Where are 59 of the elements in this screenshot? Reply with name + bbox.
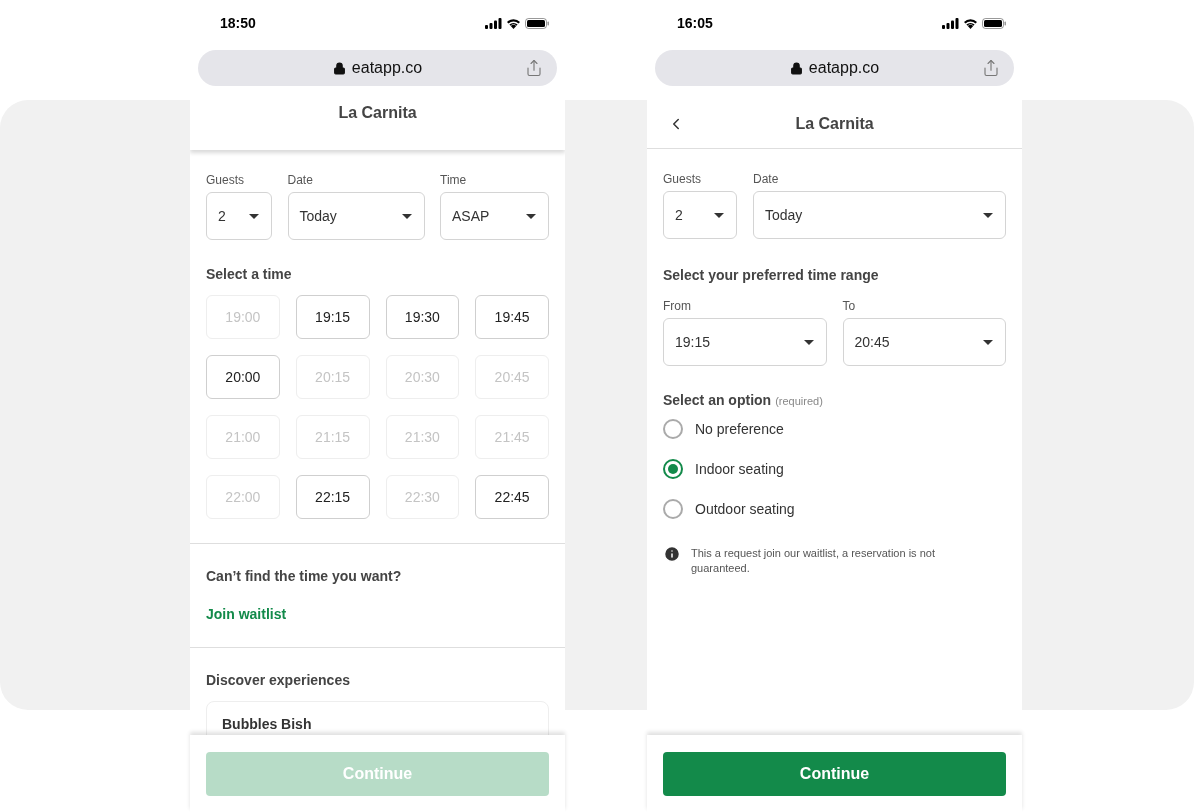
section-title: Select your preferred time range: [663, 267, 879, 283]
field-label: Date: [287, 173, 314, 187]
option-label: No preference: [695, 419, 784, 439]
dropdown[interactable]: 20:45: [842, 318, 1006, 366]
field-label: Time: [440, 173, 468, 187]
caret-icon: [401, 213, 412, 219]
option-label: Outdoor seating: [695, 499, 795, 519]
time-slot[interactable]: 20:00: [206, 355, 280, 399]
notice-text: This a request join our waitlist, a reservation is not guaranteed.: [691, 546, 936, 576]
field-label: Guests: [206, 173, 245, 187]
required-hint: (required): [775, 394, 823, 409]
continue-button[interactable]: Continue: [663, 752, 1006, 796]
radio-button[interactable]: [663, 459, 683, 479]
lock-icon: [332, 61, 346, 75]
dropdown[interactable]: Today: [287, 192, 425, 240]
dropdown[interactable]: 19:15: [663, 318, 827, 366]
option-label: Indoor seating: [695, 459, 784, 479]
field-label: From: [663, 299, 692, 313]
caret-icon: [983, 339, 993, 345]
signal-icon: [942, 17, 959, 29]
address-bar[interactable]: eatapp.co: [198, 50, 557, 86]
share-icon[interactable]: [982, 59, 1000, 77]
battery-icon: [525, 17, 549, 29]
info-icon: [663, 545, 681, 563]
wifi-icon: [963, 17, 978, 29]
caret-icon: [983, 212, 993, 218]
time-slot[interactable]: 19:45: [475, 295, 549, 339]
dropdown[interactable]: 2: [663, 191, 737, 239]
time-slot[interactable]: 22:15: [295, 475, 370, 519]
signal-icon: [485, 17, 502, 29]
radio-button[interactable]: [663, 499, 683, 519]
restaurant-title: La Carnita: [338, 103, 417, 123]
caret-icon: [526, 213, 536, 219]
dropdown[interactable]: 2: [206, 192, 272, 240]
field-label: To: [842, 299, 857, 313]
lock-icon: [789, 61, 803, 75]
time-slot[interactable]: 19:15: [295, 295, 370, 339]
address-bar[interactable]: eatapp.co: [655, 50, 1014, 86]
caret-icon: [249, 213, 259, 219]
caret-icon: [803, 339, 814, 345]
time-slot[interactable]: 19:30: [385, 295, 460, 339]
caret-icon: [714, 212, 724, 218]
join-waitlist-link[interactable]: Join waitlist: [206, 604, 287, 625]
waitlist-question: Can’t find the time you want?: [206, 567, 402, 586]
field-label: Date: [753, 172, 780, 186]
status-time: 16:05: [677, 13, 713, 33]
battery-icon: [982, 17, 1006, 29]
section-title: Select an option: [663, 391, 772, 410]
section-title: Discover experiences: [206, 671, 351, 690]
section-title: Select a time: [206, 266, 292, 282]
field-label: Guests: [663, 172, 702, 186]
status-time: 18:50: [220, 13, 256, 33]
dropdown[interactable]: Today: [753, 191, 1006, 239]
time-slot[interactable]: 22:45: [475, 475, 549, 519]
dropdown[interactable]: ASAP: [440, 192, 549, 240]
radio-button[interactable]: [663, 419, 683, 439]
wifi-icon: [506, 17, 521, 29]
share-icon[interactable]: [525, 59, 543, 77]
restaurant-title: La Carnita: [795, 114, 874, 134]
